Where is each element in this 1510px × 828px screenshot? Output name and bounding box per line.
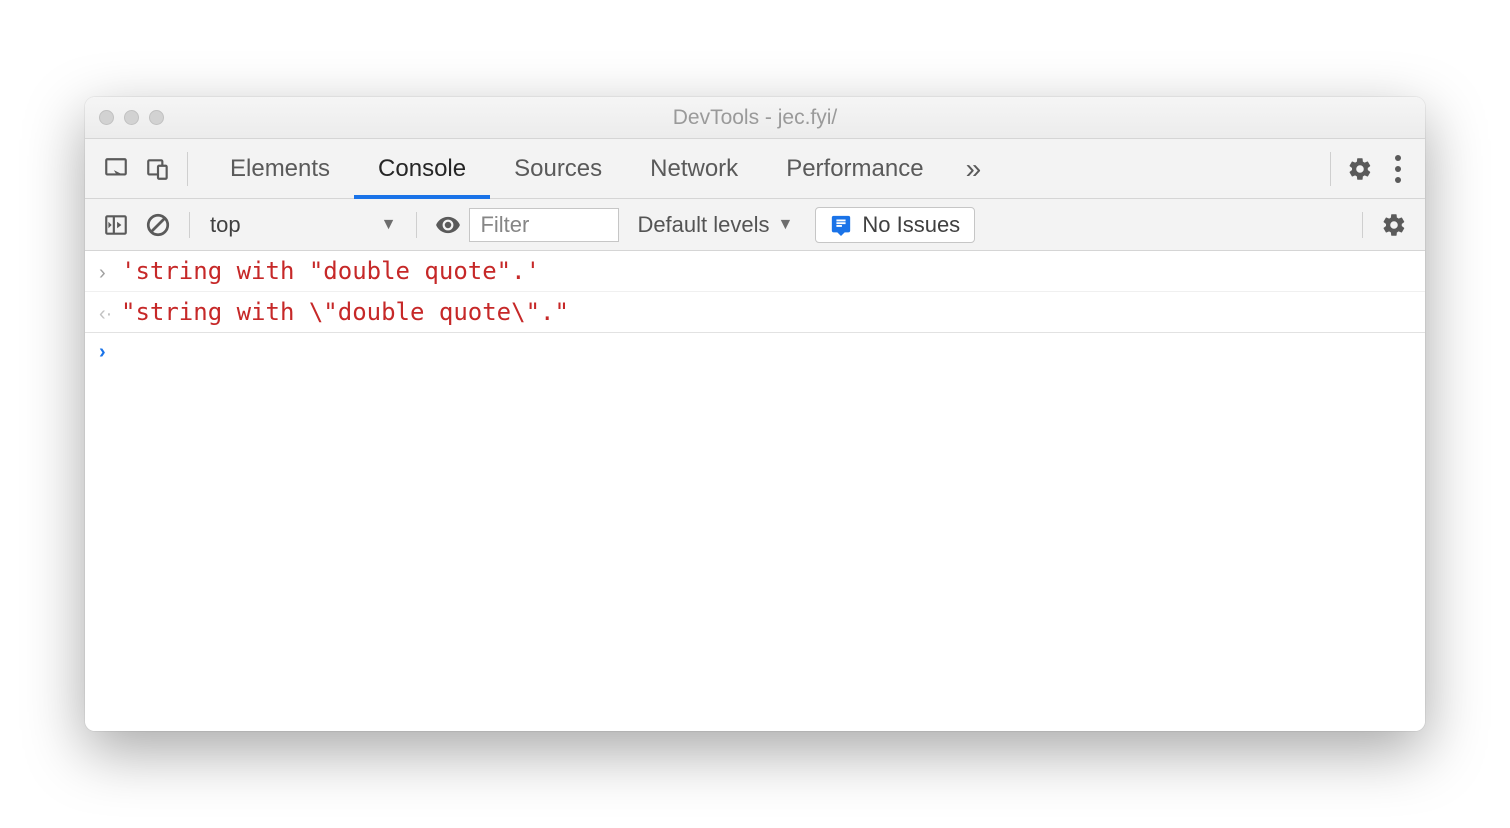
- issues-icon: [830, 214, 852, 236]
- issues-label: No Issues: [862, 212, 960, 238]
- chevron-down-icon: ▼: [381, 216, 397, 234]
- filter-input[interactable]: [469, 208, 619, 242]
- device-toggle-icon[interactable]: [137, 148, 179, 190]
- tab-network[interactable]: Network: [626, 139, 762, 199]
- console-output-text: "string with \"double quote\".": [121, 298, 569, 326]
- chevron-down-icon: ▼: [778, 216, 794, 234]
- inspect-icon[interactable]: [95, 148, 137, 190]
- console-sidebar-toggle-icon[interactable]: [95, 204, 137, 246]
- main-tabs-bar: Elements Console Sources Network Perform…: [85, 139, 1425, 199]
- context-selector[interactable]: top ▼: [200, 212, 406, 238]
- console-toolbar: top ▼ Default levels ▼ No Issues: [85, 199, 1425, 251]
- console-entry[interactable]: ‹· "string with \"double quote\".": [85, 292, 1425, 333]
- titlebar: DevTools - jec.fyi/: [85, 97, 1425, 139]
- prompt-chevron-icon: ›: [99, 341, 121, 364]
- console-output: › 'string with "double quote".' ‹· "stri…: [85, 251, 1425, 731]
- console-input-text: 'string with "double quote".': [121, 257, 540, 285]
- settings-gear-icon[interactable]: [1339, 148, 1381, 190]
- divider: [189, 212, 190, 238]
- more-menu-icon[interactable]: [1381, 155, 1415, 183]
- zoom-icon[interactable]: [149, 110, 164, 125]
- divider: [1330, 152, 1331, 186]
- context-label: top: [210, 212, 241, 238]
- console-entry[interactable]: › 'string with "double quote".': [85, 251, 1425, 292]
- output-chevron-icon: ‹·: [99, 303, 121, 326]
- clear-console-icon[interactable]: [137, 204, 179, 246]
- more-tabs-icon[interactable]: »: [966, 153, 982, 185]
- issues-button[interactable]: No Issues: [815, 207, 975, 243]
- devtools-window: DevTools - jec.fyi/ Elements Console Sou…: [85, 97, 1425, 731]
- window-title: DevTools - jec.fyi/: [85, 106, 1425, 130]
- input-chevron-icon: ›: [99, 262, 121, 285]
- tab-elements[interactable]: Elements: [206, 139, 354, 199]
- panel-tabs: Elements Console Sources Network Perform…: [206, 139, 981, 199]
- tab-console[interactable]: Console: [354, 139, 490, 199]
- divider: [187, 152, 188, 186]
- divider: [416, 212, 417, 238]
- minimize-icon[interactable]: [124, 110, 139, 125]
- console-prompt[interactable]: ›: [85, 333, 1425, 372]
- console-settings-gear-icon[interactable]: [1373, 204, 1415, 246]
- live-expression-icon[interactable]: [427, 204, 469, 246]
- tab-performance[interactable]: Performance: [762, 139, 947, 199]
- log-levels-selector[interactable]: Default levels ▼: [637, 212, 793, 238]
- divider: [1362, 212, 1363, 238]
- tab-sources[interactable]: Sources: [490, 139, 626, 199]
- levels-label: Default levels: [637, 212, 769, 238]
- close-icon[interactable]: [99, 110, 114, 125]
- window-controls: [99, 110, 164, 125]
